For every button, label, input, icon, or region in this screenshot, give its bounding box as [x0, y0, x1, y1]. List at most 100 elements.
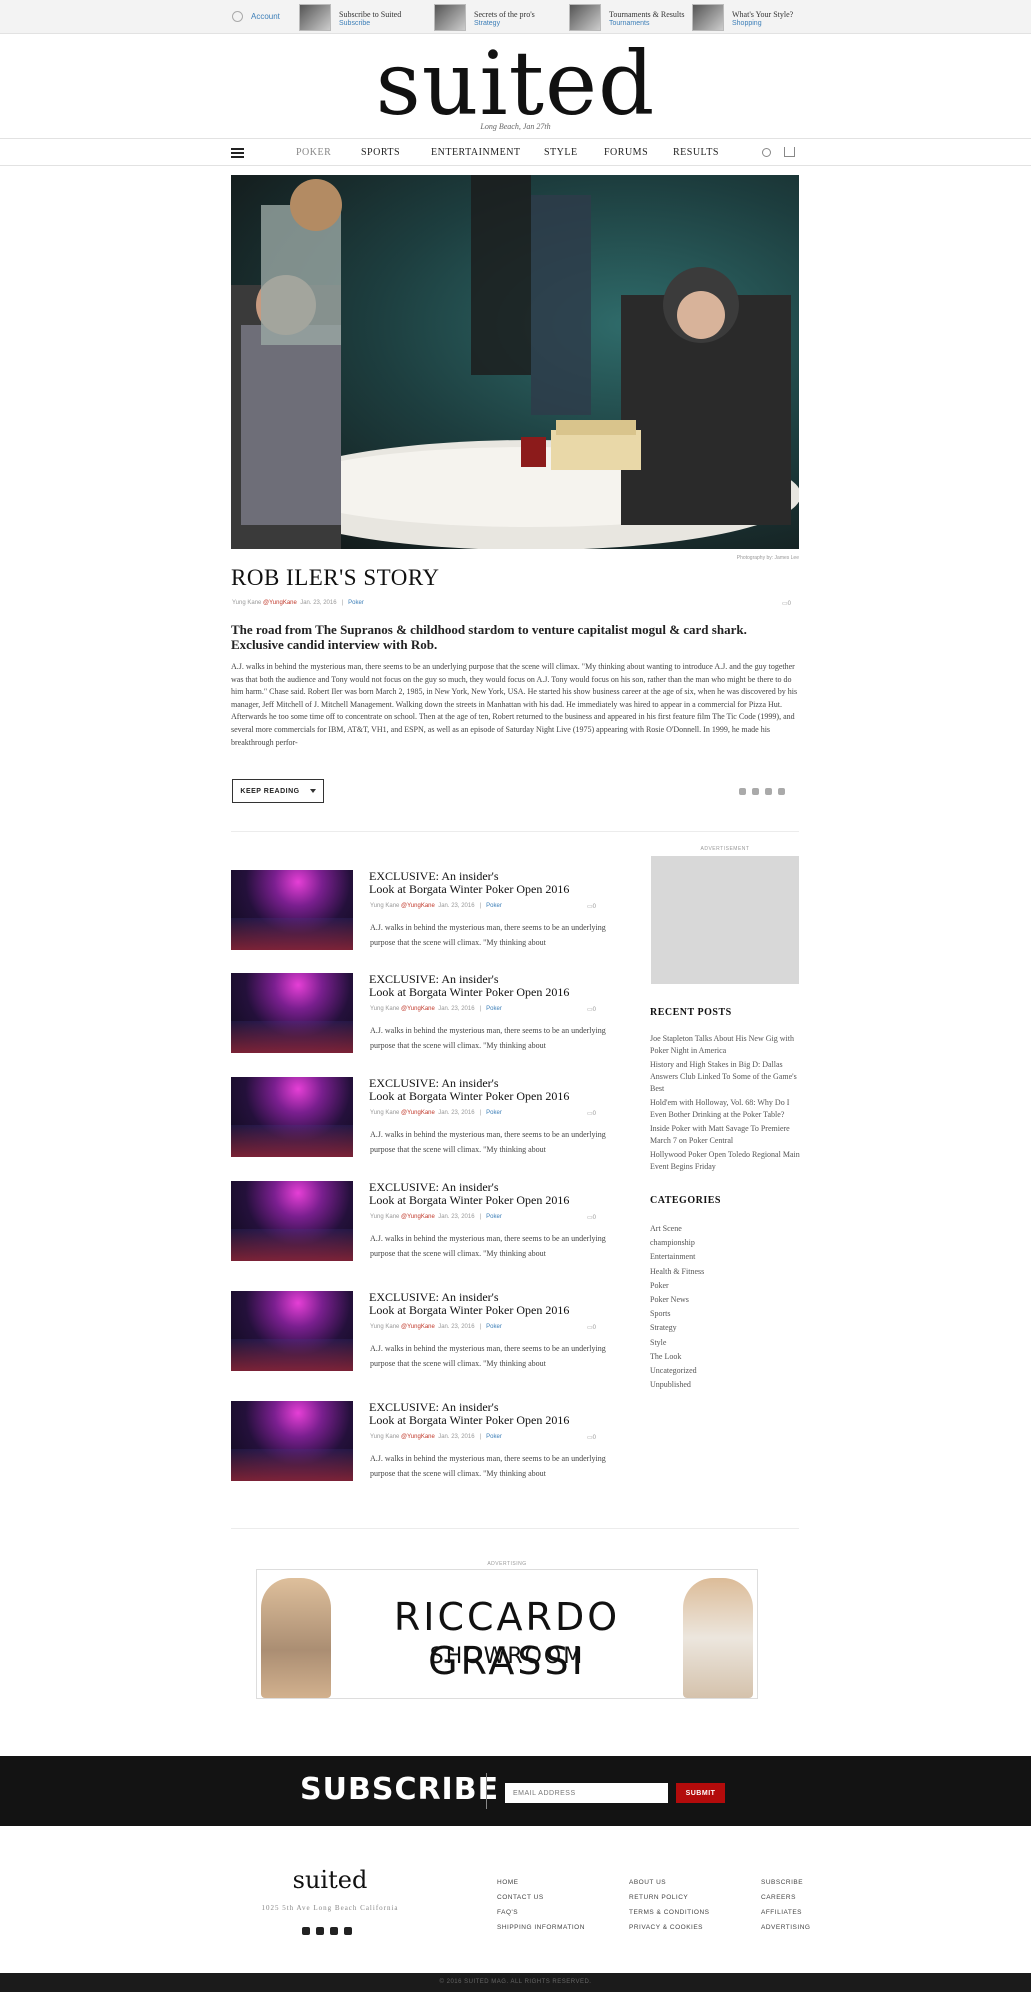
- cart-icon[interactable]: [784, 147, 795, 157]
- list-item[interactable]: EXCLUSIVE: An insider's Look at Borgata W…: [231, 1181, 631, 1261]
- footer-link[interactable]: SUBSCRIBE: [761, 1875, 810, 1890]
- category-link[interactable]: Poker: [486, 903, 502, 909]
- footer-link[interactable]: AFFILIATES: [761, 1905, 810, 1920]
- post-title[interactable]: EXCLUSIVE: An insider's Look at Borgata W…: [369, 1181, 629, 1207]
- post-thumbnail[interactable]: [231, 1077, 353, 1157]
- post-thumbnail[interactable]: [231, 1291, 353, 1371]
- category-link[interactable]: Poker: [486, 1324, 502, 1330]
- post-thumbnail[interactable]: [231, 1401, 353, 1481]
- author-name[interactable]: Yung Kane: [370, 1324, 399, 1330]
- nav-item-sports[interactable]: SPORTS: [361, 147, 431, 158]
- comment-count[interactable]: ▭0: [587, 1324, 596, 1331]
- author-name[interactable]: Yung Kane: [370, 1434, 399, 1440]
- category-link[interactable]: Art Scene: [650, 1222, 800, 1236]
- author-handle[interactable]: @YungKane: [401, 1110, 435, 1116]
- keep-reading-button[interactable]: KEEP READING: [232, 779, 324, 803]
- nav-item-entertainment[interactable]: ENTERTAINMENT: [431, 147, 544, 158]
- category-link[interactable]: Entertainment: [650, 1250, 800, 1264]
- list-item[interactable]: EXCLUSIVE: An insider's Look at Borgata W…: [231, 1401, 631, 1481]
- category-link[interactable]: Poker: [486, 1110, 502, 1116]
- category-link[interactable]: Style: [650, 1336, 800, 1350]
- category-link[interactable]: championship: [650, 1236, 800, 1250]
- recent-post-link[interactable]: History and High Stakes in Big D: Dallas…: [650, 1059, 800, 1095]
- author-handle[interactable]: @YungKane: [401, 1324, 435, 1330]
- category-link[interactable]: Uncategorized: [650, 1364, 800, 1378]
- category-link[interactable]: Poker: [486, 1434, 502, 1440]
- category-link[interactable]: Poker News: [650, 1293, 800, 1307]
- author-handle[interactable]: @YungKane: [401, 1434, 435, 1440]
- email-icon[interactable]: [739, 788, 746, 795]
- nav-item-forums[interactable]: FORUMS: [604, 147, 673, 158]
- post-title[interactable]: EXCLUSIVE: An insider's Look at Borgata W…: [369, 1077, 629, 1103]
- category-link[interactable]: Poker: [486, 1214, 502, 1220]
- author-name[interactable]: Yung Kane: [370, 1006, 399, 1012]
- author-handle[interactable]: @YungKane: [401, 1214, 435, 1220]
- comment-count[interactable]: ▭0: [587, 1214, 596, 1221]
- author-name[interactable]: Yung Kane: [232, 600, 261, 606]
- footer-link[interactable]: CAREERS: [761, 1890, 810, 1905]
- facebook-icon[interactable]: [778, 788, 785, 795]
- twitter-icon[interactable]: [765, 788, 772, 795]
- site-logo[interactable]: suited: [0, 34, 1031, 134]
- submit-button[interactable]: SUBMIT: [676, 1783, 725, 1803]
- email-field[interactable]: [505, 1783, 668, 1803]
- category-link[interactable]: Strategy: [650, 1321, 800, 1335]
- category-link[interactable]: Poker: [650, 1279, 800, 1293]
- category-link[interactable]: Poker: [348, 600, 364, 606]
- promo-subscribe[interactable]: Subscribe to Suited Subscribe: [299, 4, 401, 31]
- email-icon[interactable]: [302, 1927, 310, 1935]
- facebook-icon[interactable]: [344, 1927, 352, 1935]
- sidebar-ad[interactable]: [651, 856, 799, 984]
- twitter-icon[interactable]: [330, 1927, 338, 1935]
- footer-link[interactable]: PRIVACY & COOKIES: [629, 1920, 710, 1935]
- comment-count[interactable]: ▭0: [587, 1110, 596, 1117]
- recent-post-link[interactable]: Joe Stapleton Talks About His New Gig wi…: [650, 1033, 800, 1057]
- author-name[interactable]: Yung Kane: [370, 1110, 399, 1116]
- pinterest-icon[interactable]: [752, 788, 759, 795]
- post-thumbnail[interactable]: [231, 870, 353, 950]
- footer-link[interactable]: SHIPPING INFORMATION: [497, 1920, 585, 1935]
- promo-link[interactable]: Shopping: [732, 20, 793, 27]
- list-item[interactable]: EXCLUSIVE: An insider's Look at Borgata W…: [231, 1291, 631, 1371]
- comment-count[interactable]: ▭0: [782, 600, 791, 607]
- post-title[interactable]: EXCLUSIVE: An insider's Look at Borgata W…: [369, 870, 629, 896]
- comment-count[interactable]: ▭0: [587, 1006, 596, 1013]
- post-title[interactable]: EXCLUSIVE: An insider's Look at Borgata W…: [369, 973, 629, 999]
- category-link[interactable]: The Look: [650, 1350, 800, 1364]
- promo-shopping[interactable]: What's Your Style? Shopping: [692, 4, 793, 31]
- category-link[interactable]: Health & Fitness: [650, 1265, 800, 1279]
- hero-image[interactable]: [231, 175, 799, 549]
- footer-link[interactable]: RETURN POLICY: [629, 1890, 710, 1905]
- footer-link[interactable]: ABOUT US: [629, 1875, 710, 1890]
- footer-link[interactable]: FAQ'S: [497, 1905, 585, 1920]
- promo-link[interactable]: Subscribe: [339, 20, 401, 27]
- recent-post-link[interactable]: Hollywood Poker Open Toledo Regional Mai…: [650, 1149, 800, 1173]
- post-title[interactable]: EXCLUSIVE: An insider's Look at Borgata W…: [369, 1401, 629, 1427]
- comment-count[interactable]: ▭0: [587, 903, 596, 910]
- footer-link[interactable]: CONTACT US: [497, 1890, 585, 1905]
- post-thumbnail[interactable]: [231, 1181, 353, 1261]
- recent-post-link[interactable]: Inside Poker with Matt Savage To Premier…: [650, 1123, 800, 1147]
- recent-post-link[interactable]: Hold'em with Holloway, Vol. 68: Why Do I…: [650, 1097, 800, 1121]
- list-item[interactable]: EXCLUSIVE: An insider's Look at Borgata W…: [231, 1077, 631, 1157]
- list-item[interactable]: EXCLUSIVE: An insider's Look at Borgata W…: [231, 973, 631, 1053]
- post-title[interactable]: EXCLUSIVE: An insider's Look at Borgata W…: [369, 1291, 629, 1317]
- comment-count[interactable]: ▭0: [587, 1434, 596, 1441]
- search-icon[interactable]: [762, 148, 771, 157]
- footer-logo[interactable]: suited: [230, 1866, 430, 1894]
- article-title[interactable]: ROB ILER'S STORY: [231, 565, 440, 591]
- footer-link[interactable]: TERMS & CONDITIONS: [629, 1905, 710, 1920]
- nav-item-poker[interactable]: POKER: [296, 147, 361, 158]
- footer-link[interactable]: ADVERTISING: [761, 1920, 810, 1935]
- banner-ad[interactable]: RICCARDO GRASSI SHOWROOM: [256, 1569, 758, 1699]
- pinterest-icon[interactable]: [316, 1927, 324, 1935]
- promo-link[interactable]: Tournaments: [609, 20, 684, 27]
- author-handle[interactable]: @YungKane: [401, 1006, 435, 1012]
- promo-strategy[interactable]: Secrets of the pro's Strategy: [434, 4, 535, 31]
- promo-link[interactable]: Strategy: [474, 20, 535, 27]
- author-name[interactable]: Yung Kane: [370, 903, 399, 909]
- author-handle[interactable]: @YungKane: [263, 600, 297, 606]
- category-link[interactable]: Sports: [650, 1307, 800, 1321]
- category-link[interactable]: Unpublished: [650, 1378, 800, 1392]
- footer-link[interactable]: HOME: [497, 1875, 585, 1890]
